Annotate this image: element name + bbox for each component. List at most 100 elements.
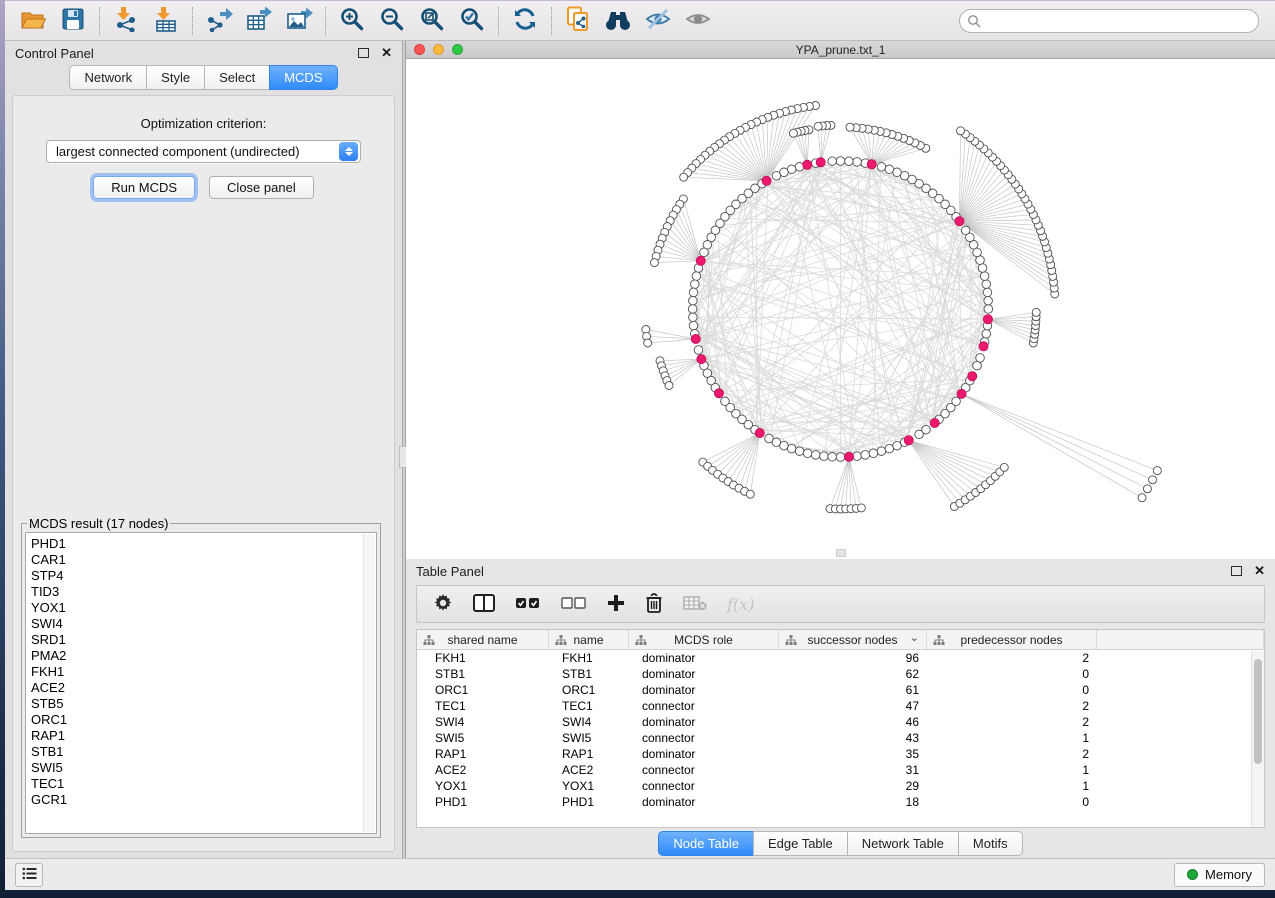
show-column-panel-button[interactable]: [473, 594, 495, 615]
mcds-result-item[interactable]: ORC1: [31, 712, 376, 728]
mcds-result-item[interactable]: SWI4: [31, 616, 376, 632]
column-header-mcds-role[interactable]: MCDS role: [629, 630, 779, 649]
node-table-row[interactable]: PHD1PHD1dominator180: [417, 794, 1264, 810]
mcds-result-group: MCDS result (17 nodes) PHD1CAR1STP4TID3Y…: [21, 516, 381, 838]
mcds-result-item[interactable]: RAP1: [31, 728, 376, 744]
node-table-row[interactable]: SWI4SWI4dominator462: [417, 714, 1264, 730]
cell-shared-name: ORC1: [417, 682, 549, 698]
zoom-selected-icon: [459, 6, 485, 35]
column-header-successor-nodes[interactable]: successor nodes⌄: [779, 630, 927, 649]
table-tab-node-table[interactable]: Node Table: [658, 831, 753, 856]
import-table-button[interactable]: [146, 4, 186, 38]
table-options-button[interactable]: [433, 593, 453, 616]
network-from-selection-button[interactable]: [558, 4, 598, 38]
table-scrollbar[interactable]: [1251, 651, 1264, 827]
run-mcds-button[interactable]: Run MCDS: [93, 176, 195, 199]
node-table-row[interactable]: TEC1TEC1connector472: [417, 698, 1264, 714]
control-tab-style[interactable]: Style: [146, 65, 204, 90]
first-neighbors-button[interactable]: [598, 4, 638, 38]
mcds-result-item[interactable]: ACE2: [31, 680, 376, 696]
plus-icon: [607, 594, 625, 615]
search-icon: [967, 14, 981, 33]
control-tab-select[interactable]: Select: [204, 65, 269, 90]
zoom-out-button[interactable]: [372, 4, 412, 38]
table-toolbar: f(x): [416, 585, 1265, 623]
task-history-button[interactable]: [15, 863, 43, 887]
import-network-button[interactable]: [106, 4, 146, 38]
function-builder-button[interactable]: f(x): [727, 595, 754, 614]
export-network-icon: [206, 6, 233, 35]
node-table-row[interactable]: RAP1RAP1dominator352: [417, 746, 1264, 762]
cell-successor-nodes: 18: [779, 794, 927, 810]
network-graph[interactable]: [406, 59, 1275, 559]
float-table-panel-icon[interactable]: [1231, 566, 1242, 576]
zoom-in-button[interactable]: [332, 4, 372, 38]
table-tab-motifs[interactable]: Motifs: [958, 831, 1023, 856]
control-tab-mcds[interactable]: MCDS: [269, 65, 337, 90]
mcds-result-item[interactable]: TID3: [31, 584, 376, 600]
network-title: YPA_prune.txt_1: [406, 43, 1275, 57]
float-panel-icon[interactable]: [358, 48, 369, 58]
table-panel-title: Table Panel: [416, 564, 484, 579]
cell-successor-nodes: 96: [779, 650, 927, 666]
show-all-button[interactable]: [678, 4, 718, 38]
delete-table-button[interactable]: [683, 595, 707, 614]
delete-column-button[interactable]: [645, 593, 663, 616]
desktop-wallpaper: Control Panel ✕ NetworkStyleSelectMCDS O…: [0, 0, 1275, 898]
node-table-row[interactable]: ORC1ORC1dominator610: [417, 682, 1264, 698]
node-table-row[interactable]: STB1STB1dominator620: [417, 666, 1264, 682]
close-panel-button[interactable]: Close panel: [209, 176, 314, 199]
scrollbar-thumb[interactable]: [1254, 659, 1262, 764]
column-header-name[interactable]: name: [549, 630, 629, 649]
eye-slash-icon: [644, 7, 672, 34]
apply-layout-button[interactable]: [505, 4, 545, 38]
save-session-button[interactable]: [53, 4, 93, 38]
mcds-result-item[interactable]: STB1: [31, 744, 376, 760]
mcds-result-item[interactable]: TEC1: [31, 776, 376, 792]
mcds-result-item[interactable]: FKH1: [31, 664, 376, 680]
table-tab-edge-table[interactable]: Edge Table: [753, 831, 847, 856]
control-tab-network[interactable]: Network: [69, 65, 146, 90]
export-table-button[interactable]: [239, 4, 279, 38]
network-canvas[interactable]: [406, 59, 1275, 559]
cell-successor-nodes: 47: [779, 698, 927, 714]
memory-button[interactable]: Memory: [1174, 863, 1265, 887]
open-file-button[interactable]: [13, 4, 53, 38]
close-table-panel-icon[interactable]: ✕: [1254, 566, 1265, 576]
criterion-select[interactable]: largest connected component (undirected): [46, 140, 361, 163]
mcds-result-item[interactable]: GCR1: [31, 792, 376, 808]
mcds-result-item[interactable]: SWI5: [31, 760, 376, 776]
column-header-shared-name[interactable]: shared name: [417, 630, 549, 649]
cell-mcds-role: connector: [629, 762, 779, 778]
mcds-result-item[interactable]: PMA2: [31, 648, 376, 664]
mcds-result-item[interactable]: PHD1: [31, 536, 376, 552]
mcds-result-item[interactable]: SRD1: [31, 632, 376, 648]
result-scrollbar[interactable]: [363, 534, 375, 832]
node-table-row[interactable]: SWI5SWI5connector431: [417, 730, 1264, 746]
window-minimize-icon[interactable]: [433, 44, 444, 55]
close-panel-icon[interactable]: ✕: [381, 48, 392, 58]
cell-predecessor-nodes: 0: [927, 666, 1097, 682]
zoom-fit-button[interactable]: [412, 4, 452, 38]
column-header-predecessor-nodes[interactable]: predecessor nodes: [927, 630, 1097, 649]
export-image-button[interactable]: [279, 4, 319, 38]
deselect-all-columns-button[interactable]: [561, 596, 587, 613]
window-close-icon[interactable]: [414, 44, 425, 55]
node-table-row[interactable]: YOX1YOX1connector291: [417, 778, 1264, 794]
node-table-row[interactable]: ACE2ACE2connector311: [417, 762, 1264, 778]
mcds-result-item[interactable]: STP4: [31, 568, 376, 584]
canvas-grip[interactable]: [836, 549, 846, 557]
mcds-result-item[interactable]: YOX1: [31, 600, 376, 616]
table-tab-network-table[interactable]: Network Table: [847, 831, 958, 856]
mcds-result-item[interactable]: STB5: [31, 696, 376, 712]
zoom-selected-button[interactable]: [452, 4, 492, 38]
export-network-button[interactable]: [199, 4, 239, 38]
node-table-row[interactable]: FKH1FKH1dominator962: [417, 650, 1264, 666]
hide-selected-button[interactable]: [638, 4, 678, 38]
add-column-button[interactable]: [607, 594, 625, 615]
select-all-columns-button[interactable]: [515, 596, 541, 613]
panel-splitter[interactable]: [402, 41, 405, 858]
window-maximize-icon[interactable]: [452, 44, 463, 55]
search-input[interactable]: [959, 9, 1259, 33]
mcds-result-item[interactable]: CAR1: [31, 552, 376, 568]
